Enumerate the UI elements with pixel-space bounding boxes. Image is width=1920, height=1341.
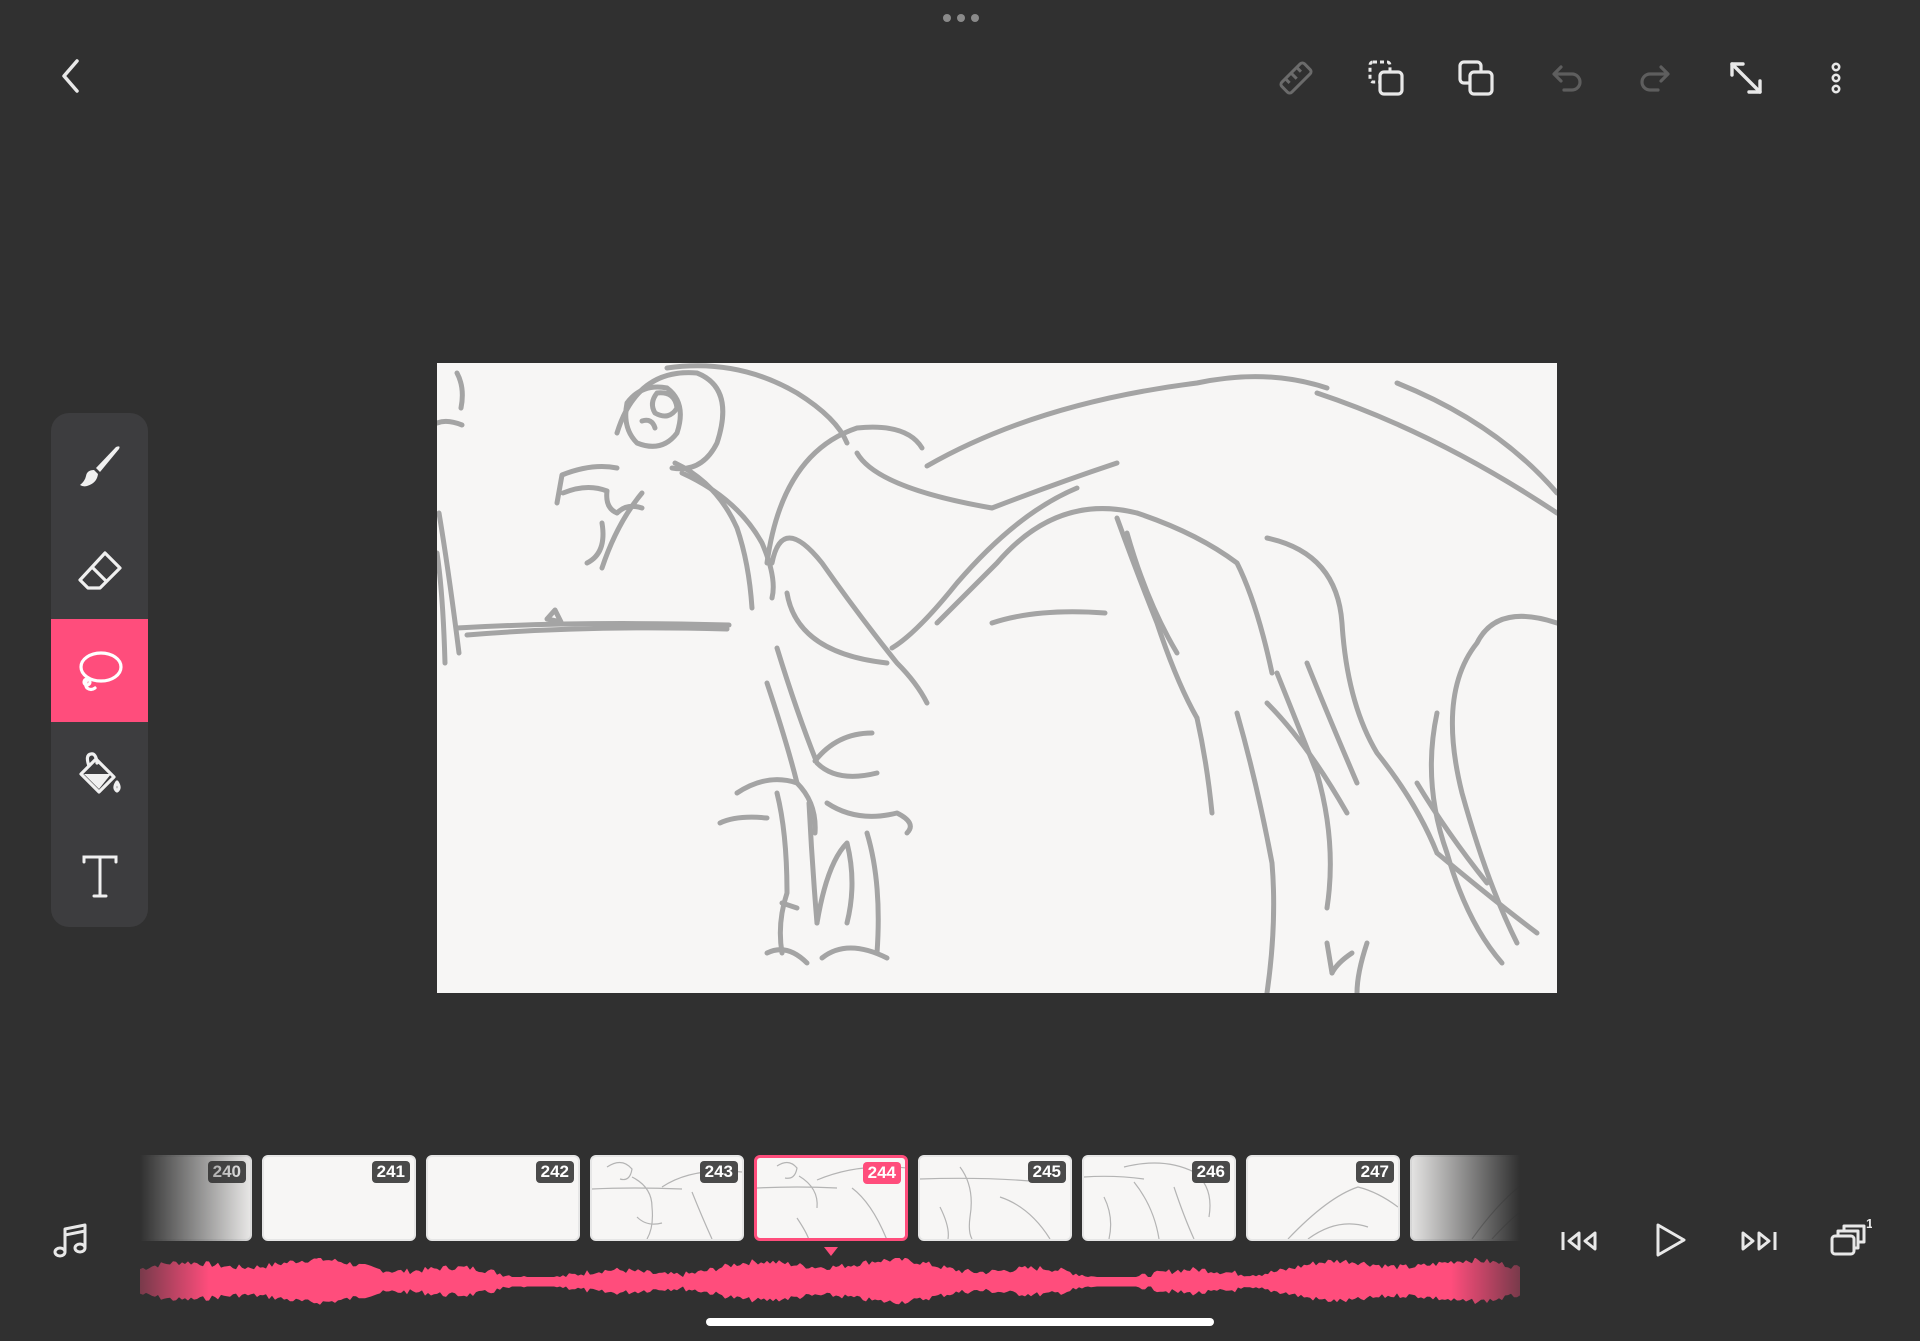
eraser-icon — [77, 550, 122, 590]
frame-thumbnail[interactable]: 245 — [918, 1155, 1072, 1241]
onion-skin-count: 1 — [1866, 1216, 1872, 1231]
copy-layers-button[interactable] — [1454, 56, 1498, 100]
music-note-icon — [53, 1223, 87, 1258]
eraser-tool[interactable] — [51, 519, 148, 622]
expand-icon — [1730, 62, 1762, 94]
frame-thumbnail[interactable]: 242 — [426, 1155, 580, 1241]
frame-thumbnail-current[interactable]: 244 — [754, 1155, 908, 1241]
audio-waveform[interactable] — [140, 1258, 1520, 1306]
duplicate-selection-button[interactable] — [1364, 56, 1408, 100]
home-indicator[interactable] — [706, 1318, 1214, 1326]
multitask-grip[interactable] — [943, 14, 979, 22]
first-frame-button[interactable] — [1556, 1218, 1602, 1264]
sketch-drawing — [437, 363, 1557, 993]
frame-number: 246 — [1191, 1161, 1230, 1183]
duplicate-selection-icon — [1368, 60, 1404, 96]
text-icon — [82, 855, 117, 897]
play-icon — [1656, 1223, 1686, 1257]
lasso-tool[interactable] — [51, 619, 148, 722]
chevron-left-icon — [62, 59, 79, 93]
undo-icon — [1552, 65, 1582, 92]
fill-tool[interactable] — [51, 722, 148, 825]
skip-to-start-icon — [1561, 1231, 1597, 1251]
onion-skin-button[interactable]: 1 — [1826, 1214, 1874, 1262]
frame-number: 242 — [535, 1161, 574, 1183]
playhead-marker — [824, 1247, 838, 1256]
more-menu-button[interactable] — [1814, 56, 1858, 100]
play-button[interactable] — [1646, 1216, 1694, 1264]
grip-dot — [957, 14, 965, 22]
frame-thumbnail[interactable]: 243 — [590, 1155, 744, 1241]
frame-sketch-preview — [1471, 1185, 1520, 1239]
last-frame-button[interactable] — [1736, 1218, 1782, 1264]
frame-thumbnail[interactable]: 246 — [1082, 1155, 1236, 1241]
fullscreen-button[interactable] — [1724, 56, 1768, 100]
frame-number: 244 — [862, 1162, 901, 1184]
redo-icon — [1640, 65, 1670, 92]
frame-thumbnail[interactable]: 241 — [262, 1155, 416, 1241]
tool-panel — [51, 413, 148, 927]
onion-skin-layers-icon: 1 — [1830, 1216, 1872, 1256]
frame-number: 245 — [1027, 1161, 1066, 1183]
frame-number: 243 — [699, 1161, 738, 1183]
more-vertical-icon — [1831, 62, 1841, 94]
ruler-icon — [1279, 61, 1313, 95]
frame-thumbnail[interactable]: 247 — [1246, 1155, 1400, 1241]
brush-icon — [79, 445, 120, 486]
audio-button[interactable] — [48, 1218, 94, 1264]
frame-timeline[interactable]: 240 241 242 243 244 245 246 247 — [140, 1152, 1520, 1244]
skip-to-end-icon — [1741, 1231, 1777, 1251]
copy-layers-icon — [1458, 60, 1494, 96]
grip-dot — [943, 14, 951, 22]
frame-thumbnail[interactable]: 240 — [140, 1155, 252, 1241]
redo-button[interactable] — [1634, 56, 1678, 100]
ruler-button[interactable] — [1274, 56, 1318, 100]
drawing-canvas[interactable] — [437, 363, 1557, 993]
brush-tool[interactable] — [51, 416, 148, 519]
frame-thumbnail[interactable] — [1410, 1155, 1520, 1241]
undo-button[interactable] — [1544, 56, 1588, 100]
frame-number: 241 — [371, 1161, 410, 1183]
frame-number: 247 — [1355, 1161, 1394, 1183]
lasso-icon — [78, 650, 123, 691]
back-button[interactable] — [50, 55, 92, 97]
paint-bucket-icon — [78, 751, 121, 794]
grip-dot — [971, 14, 979, 22]
text-tool[interactable] — [51, 824, 148, 927]
frame-number: 240 — [207, 1161, 246, 1183]
